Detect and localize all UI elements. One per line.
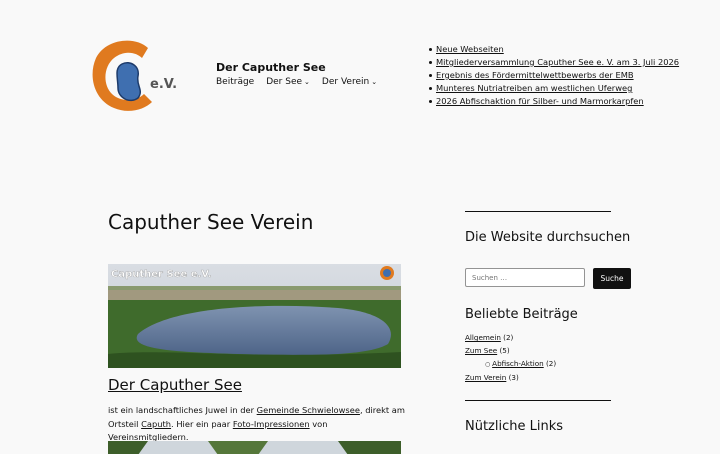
category-list: Allgemein (2) Zum See (5) Abfisch-Aktion… — [465, 331, 556, 384]
excerpt-text: ist ein landschaftliches Juwel in der — [108, 405, 257, 415]
nav-item-beitraege[interactable]: Beiträge — [216, 77, 254, 87]
recent-post-link[interactable]: Ergebnis des Fördermittelwettbewerbs der… — [436, 70, 634, 80]
page-title: Caputher See Verein — [108, 210, 314, 234]
link-foto[interactable]: Foto-Impressionen — [233, 419, 310, 429]
category-link-allgemein[interactable]: Allgemein — [465, 333, 501, 342]
chevron-down-icon: ⌄ — [371, 78, 378, 86]
category-link-zum-verein[interactable]: Zum Verein — [465, 373, 506, 382]
list-item: Munteres Nutriatreiben am westlichen Ufe… — [428, 82, 679, 95]
logo-text: e.V. — [150, 77, 177, 92]
category-item: Abfisch-Aktion (2) — [485, 357, 556, 371]
nav-label: Der See — [266, 77, 303, 87]
category-link-abfisch-aktion[interactable]: Abfisch-Aktion — [492, 359, 544, 368]
link-gemeinde[interactable]: Gemeinde Schwielowsee — [257, 405, 360, 415]
category-count: (5) — [499, 346, 510, 355]
search-input[interactable] — [465, 268, 585, 287]
search-widget-title: Die Website durchsuchen — [465, 230, 631, 245]
recent-post-link[interactable]: Neue Webseiten — [436, 44, 504, 54]
nav-label: Beiträge — [216, 77, 255, 87]
recent-post-link[interactable]: Mitgliederversammlung Caputher See e. V.… — [436, 57, 679, 67]
post-title: Der Caputher See — [108, 376, 242, 394]
category-count: (2) — [503, 333, 514, 342]
recent-post-link[interactable]: Munteres Nutriatreiben am westlichen Ufe… — [436, 83, 632, 93]
popular-posts-title: Beliebte Beiträge — [465, 307, 578, 322]
separator — [465, 211, 611, 212]
category-item: Zum See (5) Abfisch-Aktion (2) — [465, 344, 556, 371]
site-logo[interactable]: e.V. — [88, 36, 184, 116]
search-button[interactable]: Suche — [593, 268, 631, 289]
recent-posts-list: Neue Webseiten Mitgliederversammlung Cap… — [428, 43, 679, 108]
category-count: (3) — [508, 373, 519, 382]
post-excerpt: ist ein landschaftliches Juwel in der Ge… — [108, 404, 408, 445]
recent-post-link[interactable]: 2026 Abfischaktion für Silber- und Marmo… — [436, 96, 644, 106]
nav-item-der-verein[interactable]: Der Verein ⌄ — [322, 77, 377, 87]
post-title-link[interactable]: Der Caputher See — [108, 376, 242, 394]
post-featured-image[interactable]: Caputher See e.V. — [108, 264, 401, 368]
useful-links-title: Nützliche Links — [465, 419, 564, 434]
second-post-image[interactable] — [108, 440, 401, 454]
main-navigation: Beiträge Der See ⌄ Der Verein ⌄ — [216, 77, 377, 87]
category-link-zum-see[interactable]: Zum See — [465, 346, 497, 355]
list-item: Ergebnis des Fördermittelwettbewerbs der… — [428, 69, 679, 82]
link-caputh[interactable]: Caputh — [141, 419, 171, 429]
list-item: Mitgliederversammlung Caputher See e. V.… — [428, 56, 679, 69]
image-caption: Caputher See e.V. — [111, 269, 212, 280]
category-item: Zum Verein (3) — [465, 371, 556, 384]
separator — [465, 400, 611, 401]
excerpt-text: . Hier ein paar — [171, 418, 233, 429]
nav-item-der-see[interactable]: Der See ⌄ — [266, 77, 310, 87]
chevron-down-icon: ⌄ — [304, 78, 310, 86]
list-item: 2026 Abfischaktion für Silber- und Marmo… — [428, 95, 679, 108]
category-item: Allgemein (2) — [465, 331, 556, 344]
list-item: Neue Webseiten — [428, 43, 679, 56]
category-count: (2) — [546, 359, 557, 368]
subcategory-list: Abfisch-Aktion (2) — [465, 357, 556, 371]
site-title[interactable]: Der Caputher See — [216, 61, 326, 74]
nav-label: Der Verein — [321, 77, 370, 87]
